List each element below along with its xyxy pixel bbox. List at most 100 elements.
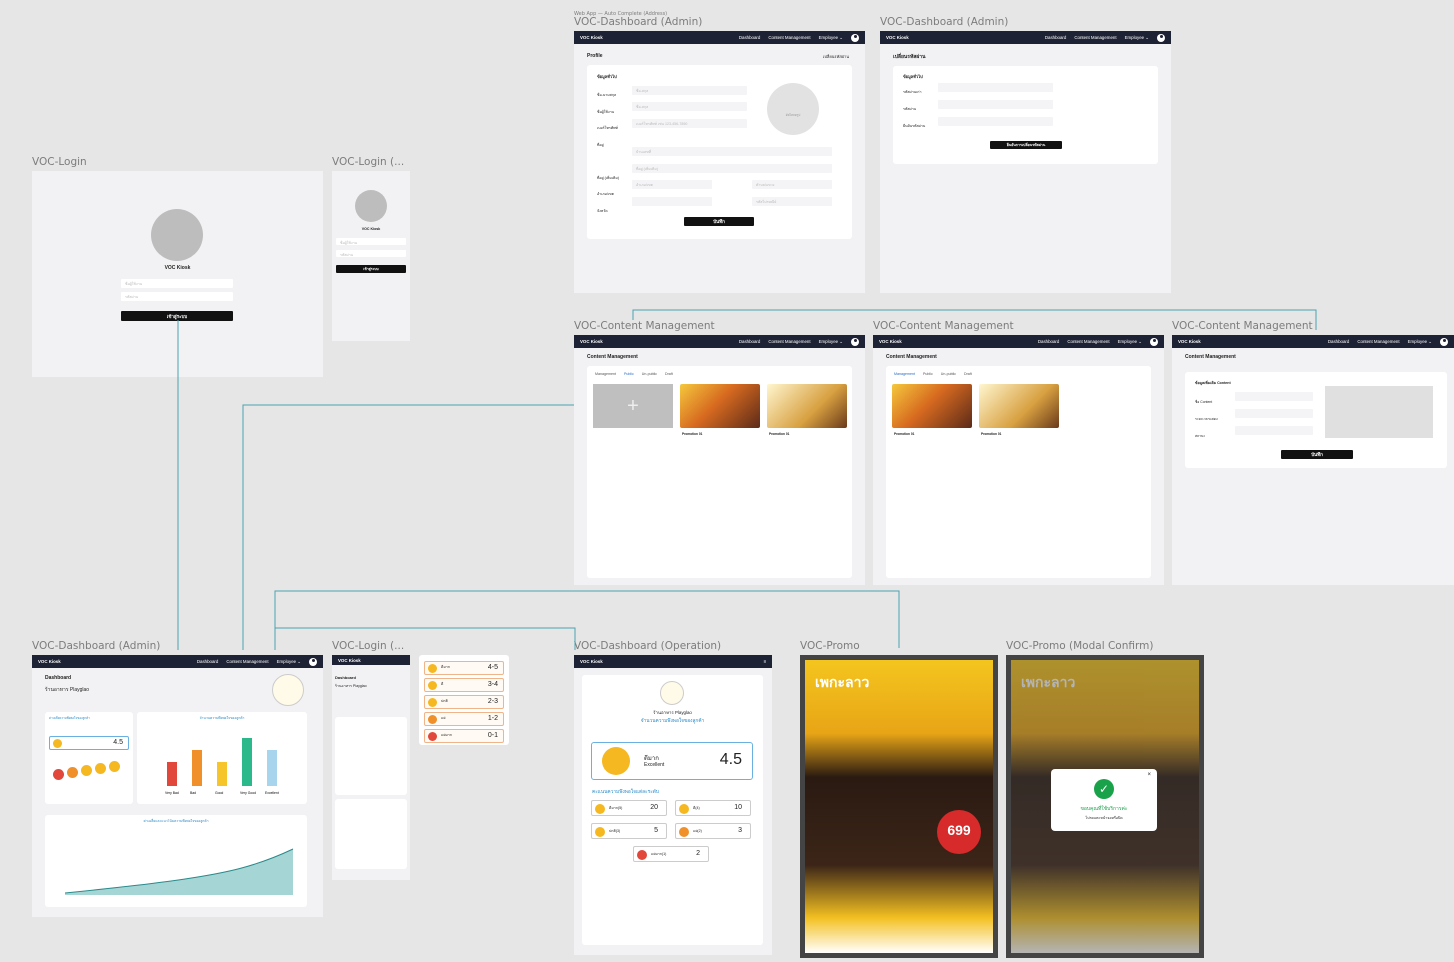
province-input[interactable]: [632, 197, 712, 206]
modal-title: ขอบคุณที่ใช้บริการค่ะ: [1080, 806, 1128, 812]
tab-draft[interactable]: Draft: [665, 372, 673, 376]
tick-label: Very Bad: [165, 791, 179, 795]
emoji-icon: [53, 769, 64, 780]
content-image: [680, 384, 760, 428]
confirm-button[interactable]: ยืนยันการเปลี่ยนรหัสผ่าน: [990, 141, 1062, 149]
profile-card: ข้อมูลทั่วไป ชื่อ-นามสกุล ชื่อผู้ใช้งาน เบ…: [587, 65, 852, 239]
password-input[interactable]: รหัสผ่าน: [336, 250, 406, 257]
cm-card: Management Public Un-public Draft Promotion…: [886, 366, 1151, 578]
level-count: 5: [654, 827, 658, 834]
emoji-icon: [595, 804, 605, 814]
save-button[interactable]: บันทึก: [684, 217, 754, 226]
phone-input[interactable]: เบอร์โทรศัพท์ เช่น 123-456-7890: [632, 119, 747, 128]
nav-employee[interactable]: Employee ⌄: [819, 35, 843, 41]
legend-item: ดีมาก 4-5: [424, 661, 504, 675]
dashboard-frame: VOC Kiosk Dashboard Content Management Empl…: [32, 655, 323, 917]
avatar[interactable]: [1157, 33, 1165, 42]
happy-emoji-icon: [602, 747, 630, 775]
top-nav: VOC Kiosk Dashboard Content Management Empl…: [574, 31, 865, 44]
add-content-tile[interactable]: +: [593, 384, 673, 428]
content-name-input[interactable]: [1235, 392, 1313, 401]
cm-card: Management Public Un-public Draft + Promoti…: [587, 366, 852, 578]
address2-input[interactable]: ที่อยู่ (เพิ่มเติม): [632, 164, 832, 173]
legend-item: ดี 3-4: [424, 678, 504, 692]
tab-unpublic[interactable]: Un-public: [642, 372, 657, 376]
page-title: เปลี่ยนรหัสผ่าน: [893, 54, 926, 60]
avatar[interactable]: [1440, 337, 1448, 346]
old-password-input[interactable]: [938, 83, 1053, 92]
new-password-input[interactable]: [938, 100, 1053, 109]
upload-avatar[interactable]: อัพโหลดรูป: [767, 83, 819, 135]
name-input[interactable]: ชื่อ-สกุล: [632, 86, 747, 95]
tab-public[interactable]: Public: [624, 372, 634, 376]
password-input[interactable]: รหัสผ่าน: [121, 292, 233, 301]
profile-frame: VOC Kiosk Dashboard Content Management Empl…: [574, 31, 865, 293]
avatar[interactable]: [309, 657, 317, 666]
emoji-icon: [428, 681, 437, 690]
tab-unpublic[interactable]: Un-public: [941, 372, 956, 376]
emoji-icon: [428, 732, 437, 741]
nav-content[interactable]: Content Management: [768, 35, 810, 40]
tab-draft[interactable]: Draft: [964, 372, 972, 376]
op-card: ร้านอาหาร Playglao จำนวนความพึงพอใจของลู…: [582, 675, 763, 945]
username-input[interactable]: ชื่อ-สกุล: [632, 102, 747, 111]
store-logo: [660, 681, 684, 705]
close-icon[interactable]: ×: [1147, 772, 1151, 778]
tab-public[interactable]: Public: [923, 372, 933, 376]
promo-poster[interactable]: เพกะลาว 699: [805, 660, 993, 953]
address-input[interactable]: บ้านเลขที่: [632, 147, 832, 156]
top-nav: VOC Kiosk Dashboard Content Management Empl…: [873, 335, 1164, 348]
bar: [217, 762, 227, 786]
avatar[interactable]: [1150, 337, 1158, 346]
level-count: 10: [734, 804, 742, 811]
login-title: VOC Kiosk: [361, 227, 381, 231]
score-label-en: Excellent: [644, 762, 665, 768]
level-label: ดีมาก(5): [609, 806, 623, 810]
avatar[interactable]: [851, 33, 859, 42]
card-title: Promotion 01: [769, 432, 790, 436]
duration-input[interactable]: [1235, 409, 1313, 418]
save-button[interactable]: บันทึก: [1281, 450, 1353, 459]
username-input[interactable]: ชื่อผู้ใช้งาน: [121, 279, 233, 288]
cm-form-frame: VOC Kiosk Dashboard Content Management Empl…: [1172, 335, 1454, 585]
confirm-modal: × ✓ ขอบคุณที่ใช้บริการค่ะ โปรดแตะหน้าจอห…: [1051, 769, 1157, 831]
legend-item: แย่ 1-2: [424, 712, 504, 726]
legend-label: แย่: [441, 716, 446, 720]
tick-label: Good: [215, 791, 223, 795]
level-count: 2: [696, 850, 700, 857]
emoji-icon: [67, 767, 78, 778]
tab-management[interactable]: Management: [894, 372, 915, 376]
upload-box[interactable]: [1325, 386, 1433, 438]
bar: [242, 738, 252, 786]
change-password-link[interactable]: เปลี่ยนรหัสผ่าน: [823, 53, 849, 60]
promo-modal-frame: เพกะลาว × ✓ ขอบคุณที่ใช้บริการค่ะ โปรดแต…: [1006, 655, 1204, 958]
zipcode-input[interactable]: รหัสไปรษณีย์: [752, 197, 832, 206]
level-item: ดี(4) 10: [675, 800, 751, 816]
content-image: [767, 384, 847, 428]
status-select[interactable]: [1235, 426, 1313, 435]
emoji-legend: ดีมาก 4-5 ดี 3-4 ปกติ 2-3 แย่ 1-2 แย่มาก 0-1: [419, 655, 509, 745]
username-input[interactable]: ชื่อผู้ใช้งาน: [336, 238, 406, 245]
emoji-icon: [95, 763, 106, 774]
emoji-icon: [637, 850, 647, 860]
legend-label: แย่มาก: [441, 733, 452, 737]
confirm-password-input[interactable]: [938, 117, 1053, 126]
tab-management[interactable]: Management: [595, 372, 616, 376]
top-nav: VOC Kiosk ≡: [574, 655, 772, 668]
bar: [192, 750, 202, 786]
avatar[interactable]: [851, 337, 859, 346]
login-button[interactable]: เข้าสู่ระบบ: [336, 265, 406, 273]
login-button[interactable]: เข้าสู่ระบบ: [121, 311, 233, 321]
level-label: ปกติ(3): [609, 829, 621, 833]
content-image: [979, 384, 1059, 428]
district-input[interactable]: อำเภอ/เขต: [632, 180, 712, 189]
tick-label: Excellent: [265, 791, 279, 795]
frame-label: VOC-Dashboard (Admin): [574, 16, 703, 28]
level-item: ดีมาก(5) 20: [591, 800, 667, 816]
emoji-icon: [595, 827, 605, 837]
tambon-input[interactable]: ตำบล/แขวง: [752, 180, 832, 189]
top-nav: VOC Kiosk: [332, 655, 410, 665]
content-image: [892, 384, 972, 428]
top-nav: VOC Kiosk Dashboard Content Management Empl…: [1172, 335, 1454, 348]
nav-dashboard[interactable]: Dashboard: [739, 35, 760, 40]
